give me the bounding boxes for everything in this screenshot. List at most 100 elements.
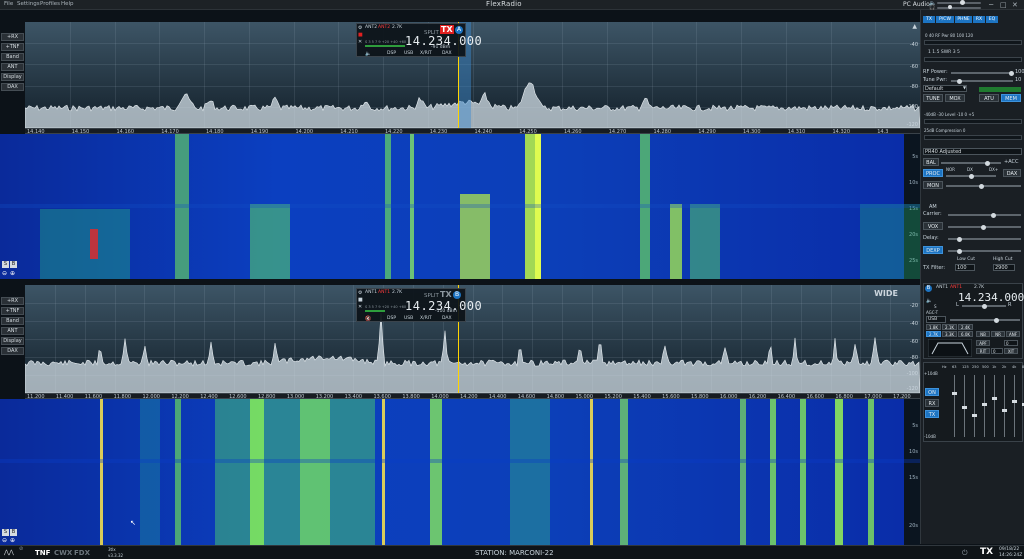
atu-button[interactable]: ATU <box>979 94 999 102</box>
rx-agc-knob[interactable] <box>994 317 999 323</box>
acc-button[interactable]: +ACC <box>1004 159 1019 165</box>
eq-band-knob[interactable] <box>1012 400 1017 404</box>
rf-power-knob[interactable] <box>1009 70 1014 76</box>
slice-b-dsp-button[interactable]: DSP <box>387 316 396 321</box>
slice-a-tx-ant[interactable]: ANT2 <box>378 25 390 30</box>
monitor-knob[interactable] <box>979 183 984 189</box>
band-zoom-button[interactable]: B <box>10 529 17 536</box>
apf-button[interactable]: APF <box>976 340 990 346</box>
rx-pan-knob[interactable] <box>982 303 987 309</box>
close-icon[interactable]: ✕ <box>1012 1 1018 9</box>
slice-b-rx-ant[interactable]: ANT1 <box>365 290 377 295</box>
carrier-knob[interactable] <box>991 212 996 218</box>
headphone-slider[interactable] <box>937 7 981 9</box>
mic-level-knob[interactable] <box>985 160 990 166</box>
eq-band-knob[interactable] <box>952 391 957 395</box>
volume-knob[interactable] <box>960 0 965 5</box>
slice-a-settings-icon[interactable]: ⚙ <box>358 25 362 31</box>
tab-phne[interactable]: PHNE <box>955 16 972 23</box>
slice-b-lock-icon[interactable]: ■ <box>358 297 363 303</box>
zoom-in-icon[interactable]: ⊕ <box>10 537 15 544</box>
rx-agc-slider[interactable] <box>950 319 1020 321</box>
tab-pcw[interactable]: P/CW <box>936 16 954 23</box>
band-button[interactable]: Band <box>1 53 24 61</box>
slice-a-xrit-button[interactable]: X/RIT <box>420 51 432 56</box>
mic-level-slider[interactable] <box>941 162 1001 164</box>
tab-tx[interactable]: TX <box>923 16 935 23</box>
eq-band-slider[interactable] <box>1004 375 1005 437</box>
rx-filter-6[interactable]: 6.0K <box>958 331 973 337</box>
zoom-out-icon[interactable]: ⊖ <box>2 537 7 544</box>
power-icon[interactable]: ⏻ <box>962 549 968 558</box>
eq-band-knob[interactable] <box>972 414 977 418</box>
slice-b-settings-icon[interactable]: ⚙ <box>358 290 362 296</box>
eq-tx-button[interactable]: TX <box>925 410 939 418</box>
proc-button[interactable]: PROC <box>923 169 943 177</box>
eq-band-slider[interactable] <box>994 375 995 437</box>
tx-filter-low-input[interactable]: 100 <box>955 264 975 271</box>
eq-band-slider[interactable] <box>984 375 985 437</box>
proc-knob[interactable] <box>969 173 974 179</box>
ant-button[interactable]: ANT <box>1 327 24 335</box>
add-rx-button[interactable]: +RX <box>1 33 24 41</box>
rit-value[interactable]: 0 <box>991 348 1003 354</box>
tnf-icon[interactable]: ⊘ <box>19 546 23 552</box>
tab-rx[interactable]: RX <box>973 16 985 23</box>
zoom-in-icon[interactable]: ⊕ <box>10 270 15 277</box>
slice-a-rx-ant[interactable]: ANT2 <box>365 25 377 30</box>
slice-a-flag[interactable]: ⚙ ANT2 ANT2 2.7K SPLIT TX A ■ ✕ 14.234.0… <box>356 23 482 57</box>
rx-ant1[interactable]: ANT1 <box>936 285 948 290</box>
mon-button[interactable]: MON <box>923 181 943 189</box>
slice-a-speaker-icon[interactable]: 🔈 <box>365 51 371 57</box>
slice-b-tx-ant[interactable]: ANT1 <box>378 290 390 295</box>
zoom-out-icon[interactable]: ⊖ <box>2 270 7 277</box>
carrier-slider[interactable] <box>948 214 1021 216</box>
tx-filter-high-input[interactable]: 2900 <box>993 264 1015 271</box>
split-pan-button[interactable]: S <box>2 261 9 268</box>
menu-help[interactable]: Help <box>61 1 74 7</box>
display-button[interactable]: Display <box>1 337 24 345</box>
split-pan-button[interactable]: S <box>2 529 9 536</box>
cwx-toggle[interactable]: CWX <box>54 549 72 557</box>
eq-on-button[interactable]: ON <box>925 388 939 396</box>
slice-b-mute-icon[interactable]: 🔇 <box>365 316 371 322</box>
vox-knob[interactable] <box>981 224 986 230</box>
eq-band-slider[interactable] <box>1014 375 1015 437</box>
rx-filter-2[interactable]: 2.1K <box>942 324 957 330</box>
minimize-icon[interactable]: ─ <box>989 1 993 9</box>
tx-profile-select[interactable]: Default <box>923 85 967 92</box>
delay-knob[interactable] <box>957 236 962 242</box>
rx-mute-icon[interactable]: 🔈 <box>926 298 932 304</box>
slice-a-dax-button[interactable]: DAX <box>442 51 452 56</box>
mem-button[interactable]: MEM <box>1001 94 1021 102</box>
dax-button[interactable]: DAX <box>1 347 24 355</box>
slice-b-letter[interactable]: B <box>453 291 461 299</box>
nr-button[interactable]: NR <box>991 331 1005 337</box>
tab-eq[interactable]: EQ <box>986 16 998 23</box>
add-tnf-button[interactable]: +TNF <box>1 43 24 51</box>
maximize-icon[interactable]: □ <box>1000 1 1007 9</box>
eq-band-knob[interactable] <box>992 397 997 401</box>
menu-settings[interactable]: Settings <box>17 1 40 7</box>
add-rx-button[interactable]: +RX <box>1 297 24 305</box>
dax-button[interactable]: DAX <box>1 83 24 91</box>
slice-a-close-icon[interactable]: ✕ <box>358 39 362 45</box>
slice-b-xrit-button[interactable]: X/RIT <box>420 316 432 321</box>
rf-power-slider[interactable] <box>951 72 1013 74</box>
band-zoom-button[interactable]: B <box>10 261 17 268</box>
dexp-button[interactable]: DEXP <box>923 246 943 254</box>
eq-band-knob[interactable] <box>962 405 967 409</box>
nb-button[interactable]: NB <box>976 331 990 337</box>
mic-input-select[interactable]: BAL <box>923 158 939 166</box>
dexp-knob[interactable] <box>957 248 962 254</box>
slice-b-tx-badge[interactable]: TX <box>440 290 452 299</box>
chevron-down-icon[interactable]: ▼ <box>963 85 966 90</box>
dax-tx-button[interactable]: DAX <box>1003 169 1021 177</box>
rit-button[interactable]: RIT <box>976 348 990 354</box>
ant-button[interactable]: ANT <box>1 63 24 71</box>
rx-ant2[interactable]: ANT1 <box>950 285 962 290</box>
rx-filter-1[interactable]: 1.8K <box>926 324 941 330</box>
tnf-toggle[interactable]: TNF <box>35 549 50 557</box>
xit-value[interactable]: 0 <box>1004 340 1018 346</box>
anf-button[interactable]: ANF <box>1006 331 1020 337</box>
